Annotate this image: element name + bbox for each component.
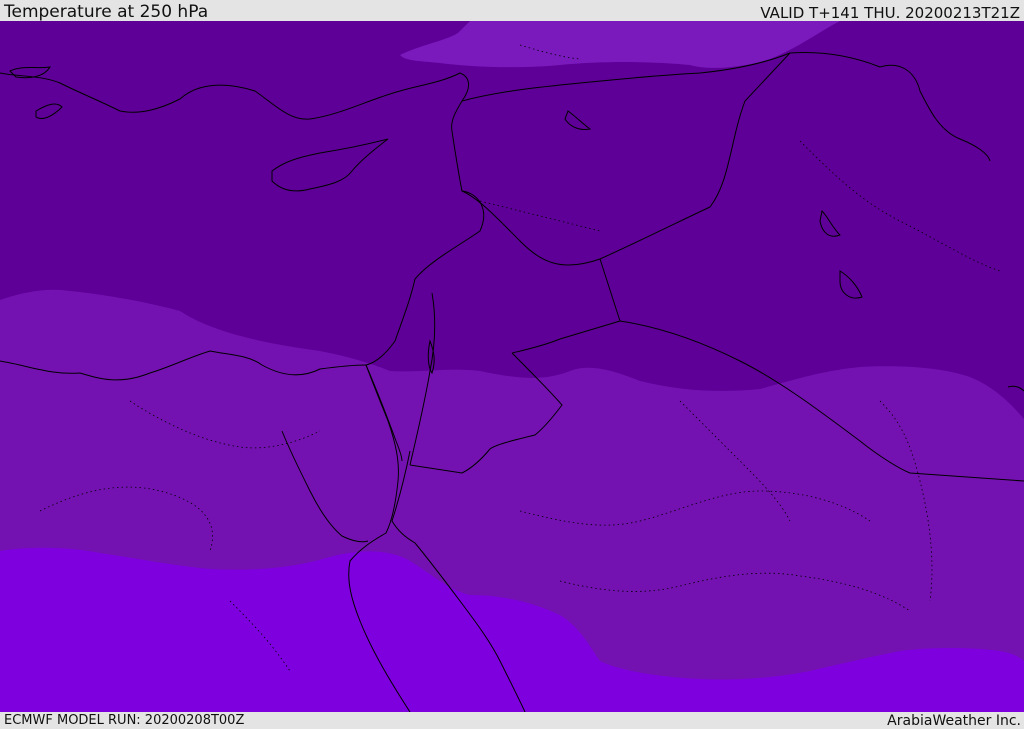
map-frame: Temperature at 250 hPa VALID T+141 THU. … <box>0 0 1024 729</box>
temperature-map-svg <box>0 21 1024 712</box>
valid-time-label: VALID T+141 THU. 20200213T21Z <box>760 4 1020 22</box>
credit-label: ArabiaWeather Inc. <box>887 713 1021 729</box>
model-run-label: ECMWF MODEL RUN: 20200208T00Z <box>4 713 245 728</box>
title-bar: Temperature at 250 hPa VALID T+141 THU. … <box>0 0 1024 22</box>
footer-bar: ECMWF MODEL RUN: 20200208T00Z ArabiaWeat… <box>0 712 1024 729</box>
map-title: Temperature at 250 hPa <box>4 2 209 22</box>
map-canvas <box>0 21 1024 712</box>
